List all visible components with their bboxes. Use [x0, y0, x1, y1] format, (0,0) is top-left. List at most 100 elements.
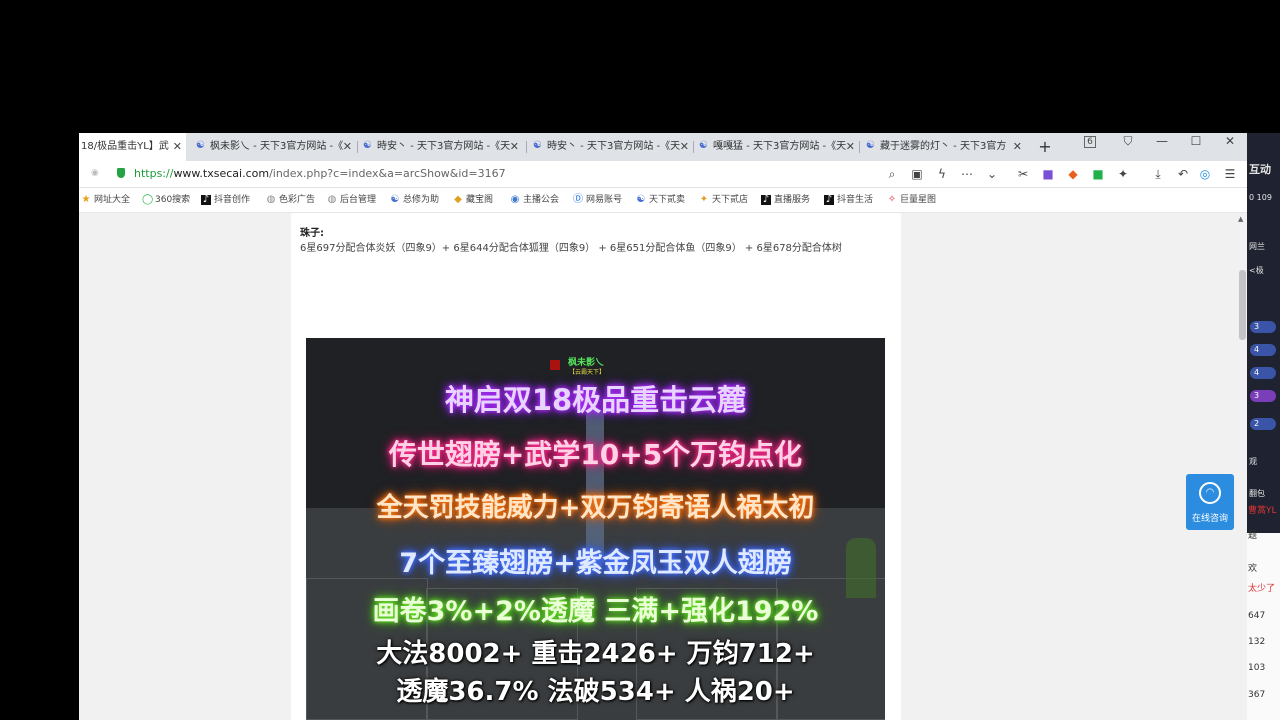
scroll-up-arrow-icon[interactable]: ▲: [1238, 215, 1243, 223]
more-icon[interactable]: ⋯: [958, 165, 976, 183]
bookmark-label: 色彩广告: [279, 195, 316, 205]
bookmark-item[interactable]: ♪ 抖音创作: [201, 188, 250, 212]
maximize-button[interactable]: ☐: [1185, 133, 1207, 153]
extensions-puzzle-icon[interactable]: ✦: [1114, 165, 1132, 183]
tab-label: 時安丶 - 天下3官方网站 -《天: [547, 141, 681, 152]
scissors-icon[interactable]: ✂: [1014, 165, 1032, 183]
bookmark-label: 总修为助: [403, 195, 440, 205]
extension-purple-icon[interactable]: ■: [1039, 165, 1057, 183]
tab-item[interactable]: ☯ 嘎嘎猛 - 天下3官方网站 -《天 ✕: [695, 133, 859, 161]
site-favicon-icon: ☯: [363, 140, 372, 151]
chat-user: 曹蒿YL: [1248, 506, 1277, 516]
tab-close-icon[interactable]: ✕: [510, 133, 519, 161]
bookmark-item[interactable]: ☯ 总修为助: [390, 188, 440, 212]
bookmarks-bar: ★ 网址大全 ◯ 360搜索 ♪ 抖音创作 ◍ 色彩广告 ◍ 后台管理 ☯ 总修为助 ◆ 藏宝…: [79, 188, 1247, 213]
star-map-icon: ✧: [887, 193, 897, 205]
tab-close-icon[interactable]: ✕: [343, 133, 352, 161]
tab-count-icon[interactable]: 6: [1084, 136, 1096, 148]
tab-label: 時安丶 - 天下3官方网站 -《天: [377, 141, 511, 152]
tx3-shop-icon: ✦: [699, 193, 709, 205]
site-favicon-icon: ☯: [533, 140, 542, 151]
tab-active[interactable]: 18/极品重击YL】武 ✕: [79, 133, 186, 161]
red-flag-icon: [550, 360, 560, 370]
close-window-button[interactable]: ✕: [1219, 133, 1241, 153]
browser-window: 18/极品重击YL】武 ✕ ☯ 枫未影乀 - 天下3官方网站 -《 ✕ ☯ 時安丶 …: [79, 133, 1247, 720]
netease-icon: Ⓓ: [573, 193, 583, 205]
bookmark-item[interactable]: ★ 网址大全: [81, 188, 131, 212]
security-shield-icon[interactable]: [117, 168, 125, 178]
online-consult-button[interactable]: ◠ 在线咨询: [1186, 474, 1234, 530]
site-favicon-icon: ☯: [866, 140, 875, 151]
minimize-button[interactable]: —: [1151, 133, 1173, 153]
tab-item[interactable]: ☯ 時安丶 - 天下3官方网站 -《天 ✕: [359, 133, 523, 161]
site-favicon-icon: ☯: [699, 140, 708, 151]
scrollbar-thumb[interactable]: [1239, 270, 1246, 340]
player-guild: 【云霸天下】: [569, 369, 606, 376]
url-host: www.txsecai.com: [173, 167, 270, 180]
bookmark-item[interactable]: Ⓓ 网易账号: [573, 188, 622, 212]
bookmark-item[interactable]: ✦ 天下贰店: [699, 188, 748, 212]
side-panel-badge: 4: [1250, 367, 1276, 379]
tab-item[interactable]: ☯ 時安丶 - 天下3官方网站 -《天 ✕: [529, 133, 693, 161]
side-panel-item: 0 109: [1249, 193, 1272, 202]
bookmark-item[interactable]: ◍ 后台管理: [327, 188, 376, 212]
pearl-heading: 珠子:: [300, 228, 324, 239]
browser-logo-icon[interactable]: ◎: [1196, 165, 1214, 183]
bookmark-item[interactable]: ◍ 色彩广告: [266, 188, 315, 212]
bookmark-label: 直播服务: [774, 195, 811, 205]
douyin-icon: ♪: [201, 193, 211, 205]
download-icon[interactable]: ⤓: [1149, 165, 1167, 183]
lightning-icon[interactable]: ϟ: [933, 165, 951, 183]
new-tab-button[interactable]: +: [1035, 133, 1055, 161]
undo-icon[interactable]: ↶: [1174, 165, 1192, 183]
tab-close-icon[interactable]: ✕: [1013, 133, 1022, 161]
search-360-icon: ◯: [142, 193, 154, 205]
tab-label: 枫未影乀 - 天下3官方网站 -《: [210, 141, 344, 152]
promo-line-5: 画卷3%+2%透魔 三满+强化192%: [372, 596, 819, 627]
side-panel: 互动 0 109 网兰 <极 3 4 4 3 2 观 翻包 曹蒿YL 题 欢 太…: [1247, 133, 1280, 720]
chat-line: 132: [1248, 637, 1266, 647]
tab-label: 嘎嘎猛 - 天下3官方网站 -《天: [713, 141, 847, 152]
tab-label: 18/极品重击YL】武: [81, 141, 169, 152]
tx3-favicon-icon: ☯: [390, 193, 400, 205]
bookmark-label: 后台管理: [340, 195, 377, 205]
douyin-icon: ♪: [824, 193, 834, 205]
side-panel-badge: 3: [1250, 390, 1276, 402]
address-bar: ◉ https://www.txsecai.com/index.php?c=in…: [79, 161, 1247, 188]
bookmark-item[interactable]: ☯ 天下贰卖: [636, 188, 686, 212]
bookmark-item[interactable]: ✧ 巨量星图: [887, 188, 936, 212]
menu-icon[interactable]: ☰: [1221, 165, 1239, 183]
tab-close-icon[interactable]: ✕: [173, 133, 182, 161]
url-scheme: https://: [134, 167, 174, 180]
chat-user: 太少了: [1248, 584, 1276, 594]
tab-close-icon[interactable]: ✕: [680, 133, 689, 161]
screenshot-icon[interactable]: ▣: [908, 165, 926, 183]
url-field[interactable]: https://www.txsecai.com/index.php?c=inde…: [134, 164, 894, 184]
side-panel-item: 翻包: [1249, 489, 1265, 498]
extension-green-icon[interactable]: ■: [1089, 165, 1107, 183]
side-panel-item: 网兰: [1249, 242, 1265, 251]
site-info-icon[interactable]: ◉: [91, 168, 101, 178]
promo-line-1: 神启双18极品重击云麓: [444, 383, 747, 417]
zoom-icon[interactable]: ⌕: [883, 165, 901, 183]
bookmark-item[interactable]: ◯ 360搜索: [142, 188, 190, 212]
bookmark-label: 网易账号: [586, 195, 623, 205]
tab-close-icon[interactable]: ✕: [846, 133, 855, 161]
globe-icon: ◍: [327, 193, 337, 205]
tx3-favicon-icon: ☯: [636, 193, 646, 205]
bookmark-item[interactable]: ♪ 直播服务: [761, 188, 810, 212]
bookmark-item[interactable]: ♪ 抖音生活: [824, 188, 873, 212]
extension-fox-icon[interactable]: ◆: [1064, 165, 1082, 183]
bookmark-label: 藏宝阁: [466, 195, 494, 205]
skin-icon[interactable]: ⛉: [1117, 133, 1139, 153]
promo-line-3: 全天罚技能威力+双万钧寄语人祸太初: [376, 493, 815, 523]
tab-item[interactable]: ☯ 藏于迷雾的灯丶 - 天下3官方 ✕: [862, 133, 1026, 161]
bookmark-label: 抖音生活: [837, 195, 874, 205]
chevron-down-icon[interactable]: ⌄: [983, 165, 1001, 183]
bookmark-label: 主播公会: [523, 195, 560, 205]
bookmark-item[interactable]: ◆ 藏宝阁: [453, 188, 493, 212]
bookmark-item[interactable]: ◉ 主播公会: [510, 188, 559, 212]
tab-item[interactable]: ☯ 枫未影乀 - 天下3官方网站 -《 ✕: [192, 133, 356, 161]
side-panel-chat: 曹蒿YL 题 欢 太少了 647 132 103 367: [1247, 506, 1280, 720]
stats-line-2: 透魔36.7% 法破534+ 人祸20+: [396, 677, 795, 707]
